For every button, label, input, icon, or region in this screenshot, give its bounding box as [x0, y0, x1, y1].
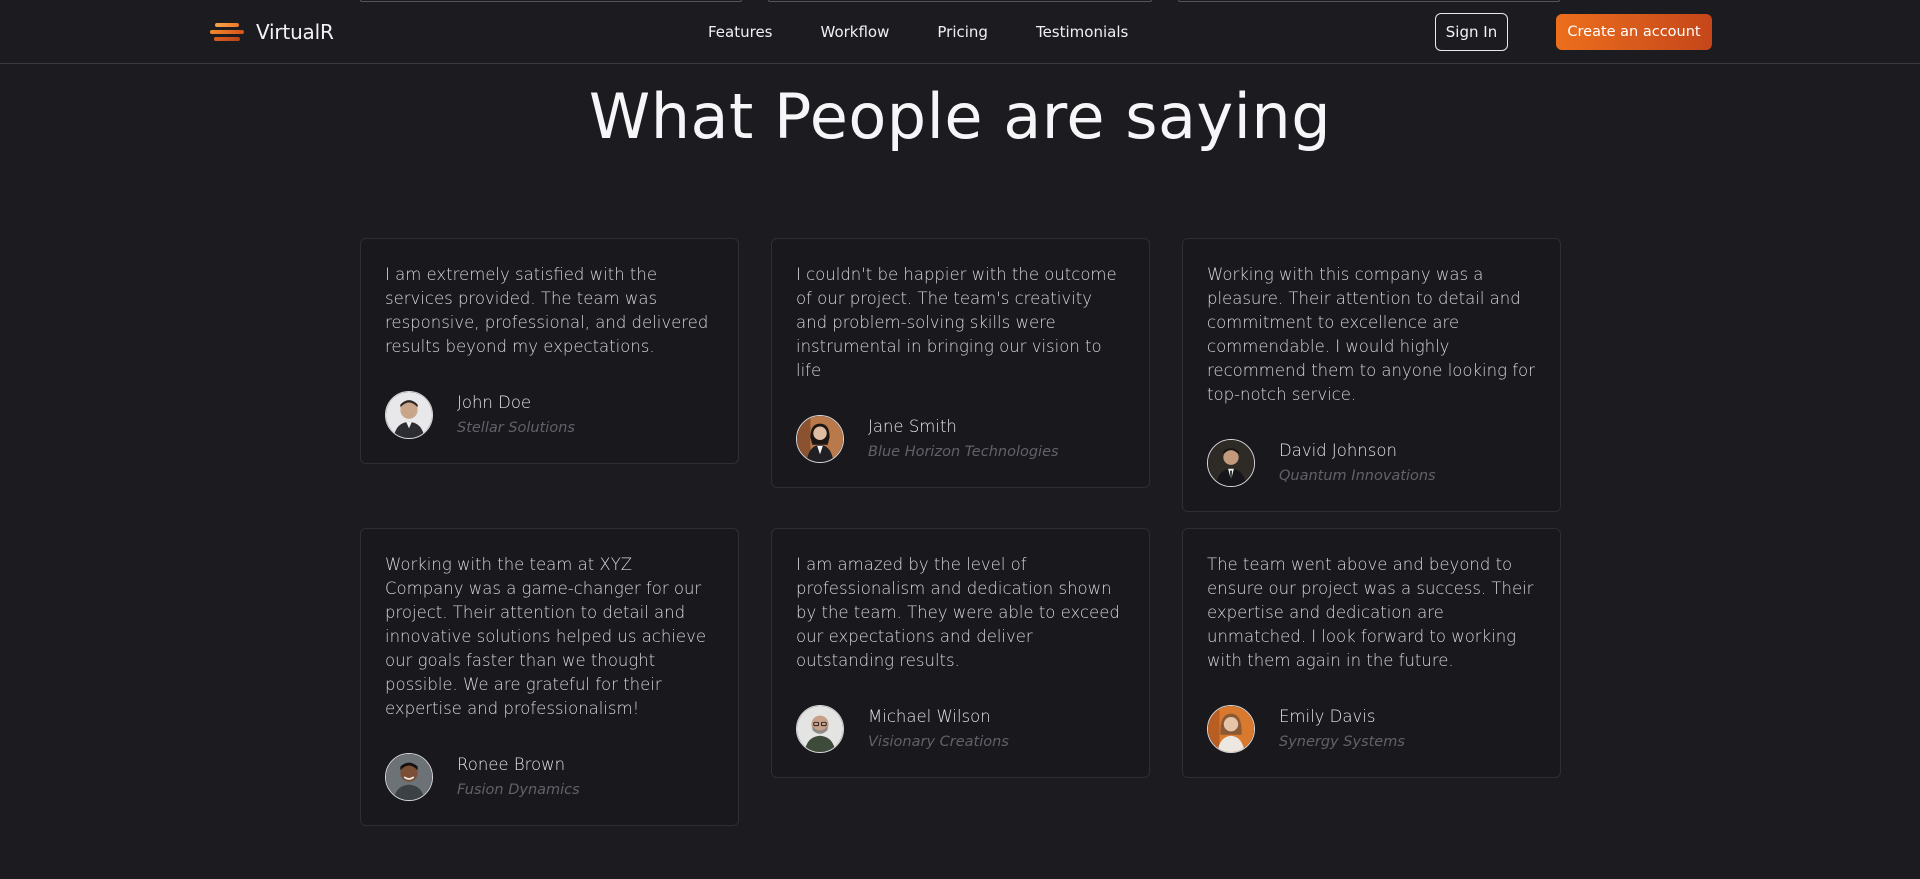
testimonial-author: Emily Davis Synergy Systems	[1207, 705, 1536, 753]
testimonial-author: Michael Wilson Visionary Creations	[796, 705, 1125, 753]
top-navbar: VirtualR Features Workflow Pricing Testi…	[0, 0, 1920, 64]
avatar	[796, 705, 844, 753]
author-name: John Doe	[457, 392, 532, 412]
avatar	[1207, 705, 1255, 753]
stacked-bars-logo-icon	[210, 21, 244, 43]
avatar	[385, 391, 433, 439]
primary-nav: Features Workflow Pricing Testimonials	[708, 0, 1128, 64]
author-company: Quantum Innovations	[1279, 467, 1436, 484]
author-company: Blue Horizon Technologies	[868, 443, 1059, 460]
avatar	[1207, 439, 1255, 487]
author-company: Fusion Dynamics	[457, 781, 580, 798]
testimonial-card: I am amazed by the level of professional…	[771, 528, 1150, 778]
brand[interactable]: VirtualR	[210, 18, 334, 46]
avatar	[796, 415, 844, 463]
author-name: Jane Smith	[868, 416, 957, 436]
author-name: Ronee Brown	[457, 754, 566, 774]
testimonial-quote: I couldn't be happier with the outcome o…	[796, 265, 1117, 380]
testimonial-card: The team went above and beyond to ensure…	[1182, 528, 1561, 778]
testimonial-quote: The team went above and beyond to ensure…	[1207, 555, 1534, 670]
testimonial-quote: Working with this company was a pleasure…	[1207, 265, 1535, 404]
sign-in-button[interactable]: Sign In	[1435, 13, 1508, 51]
nav-link-pricing[interactable]: Pricing	[937, 23, 988, 41]
testimonial-card: I am extremely satisfied with the servic…	[360, 238, 739, 464]
author-name: David Johnson	[1279, 440, 1397, 460]
brand-name: VirtualR	[256, 20, 334, 44]
section-title: What People are saying	[588, 80, 1332, 153]
testimonial-card: Working with this company was a pleasure…	[1182, 238, 1561, 512]
testimonials-grid: I am extremely satisfied with the servic…	[360, 238, 1561, 826]
testimonial-quote: I am extremely satisfied with the servic…	[385, 265, 709, 356]
create-account-button[interactable]: Create an account	[1556, 14, 1712, 50]
testimonial-author: David Johnson Quantum Innovations	[1207, 439, 1536, 487]
testimonial-quote: I am amazed by the level of professional…	[796, 555, 1120, 670]
author-name: Michael Wilson	[868, 706, 991, 726]
author-company: Synergy Systems	[1279, 733, 1405, 750]
testimonial-card: Working with the team at XYZ Company was…	[360, 528, 739, 826]
testimonial-card: I couldn't be happier with the outcome o…	[771, 238, 1150, 488]
testimonial-author: Ronee Brown Fusion Dynamics	[385, 753, 714, 801]
nav-link-features[interactable]: Features	[708, 23, 773, 41]
author-company: Visionary Creations	[868, 733, 1009, 750]
testimonial-author: John Doe Stellar Solutions	[385, 391, 714, 439]
avatar	[385, 753, 433, 801]
author-name: Emily Davis	[1279, 706, 1376, 726]
nav-link-workflow[interactable]: Workflow	[821, 23, 890, 41]
nav-link-testimonials[interactable]: Testimonials	[1036, 23, 1128, 41]
testimonial-quote: Working with the team at XYZ Company was…	[385, 555, 706, 718]
author-company: Stellar Solutions	[457, 419, 575, 436]
testimonial-author: Jane Smith Blue Horizon Technologies	[796, 415, 1125, 463]
